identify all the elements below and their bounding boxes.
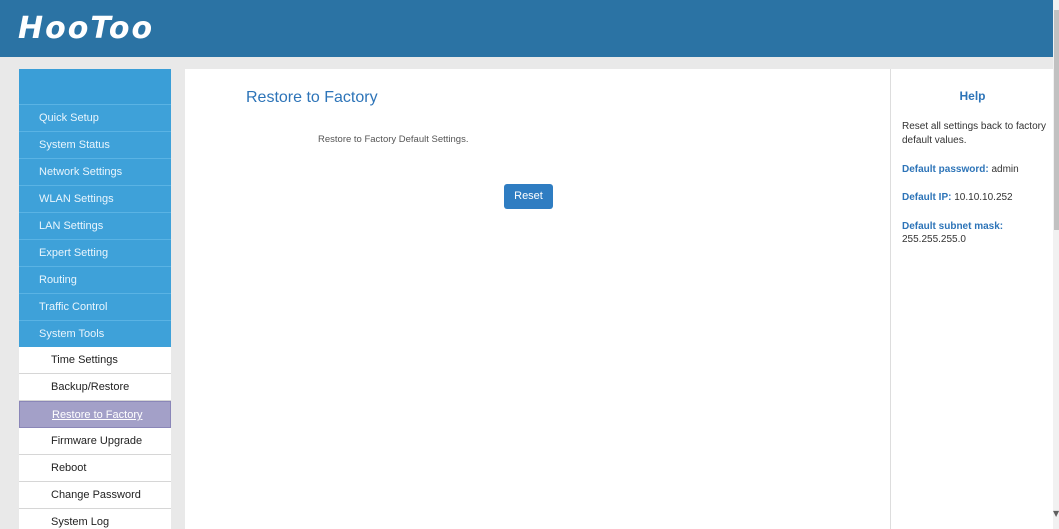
hootoo-logo[interactable]: HooToo — [18, 12, 154, 46]
sidebar-item-expert-setting[interactable]: Expert Setting — [19, 239, 171, 266]
page-title: Restore to Factory — [246, 89, 378, 106]
sidebar-subitem-firmware-upgrade[interactable]: Firmware Upgrade — [19, 428, 171, 455]
main-content: Restore to Factory Restore to Factory De… — [185, 69, 890, 529]
default-ip-value: 10.10.10.252 — [954, 192, 1013, 203]
sidebar-subitem-time-settings[interactable]: Time Settings — [19, 347, 171, 374]
sidebar-item-routing[interactable]: Routing — [19, 266, 171, 293]
sidebar-item-quick-setup[interactable]: Quick Setup — [19, 104, 171, 131]
help-panel: Help Reset all settings back to factory … — [890, 69, 1053, 529]
app-header: HooToo — [0, 0, 1053, 57]
default-password-label: Default password: — [902, 164, 989, 175]
sidebar-item-traffic-control[interactable]: Traffic Control — [19, 293, 171, 320]
default-subnet-mask-value: 255.255.255.0 — [902, 234, 966, 245]
default-password-row: Default password: admin — [902, 163, 1052, 176]
sidebar-item-network-settings[interactable]: Network Settings — [19, 158, 171, 185]
help-description: Reset all settings back to factory defau… — [902, 121, 1046, 146]
scroll-down-arrow-icon[interactable]: ▼ — [1053, 509, 1059, 518]
restore-description: Restore to Factory Default Settings. — [318, 134, 469, 145]
sidebar-item-system-tools[interactable]: System Tools — [19, 320, 171, 347]
default-ip-label: Default IP: — [902, 192, 952, 203]
default-password-value: admin — [991, 164, 1019, 175]
scrollbar-thumb[interactable] — [1054, 10, 1059, 230]
sidebar-subitem-reboot[interactable]: Reboot — [19, 455, 171, 482]
sidebar-subitem-system-log[interactable]: System Log — [19, 509, 171, 529]
reset-button[interactable]: Reset — [504, 184, 553, 209]
default-subnet-mask-label: Default subnet mask: — [902, 221, 1004, 232]
default-subnet-mask-row: Default subnet mask: 255.255.255.0 — [902, 220, 1052, 246]
sidebar-subitem-restore-to-factory[interactable]: Restore to Factory — [19, 401, 171, 428]
sidebar-item-wlan-settings[interactable]: WLAN Settings — [19, 185, 171, 212]
default-ip-row: Default IP: 10.10.10.252 — [902, 191, 1052, 204]
sidebar-subitem-backup-restore[interactable]: Backup/Restore — [19, 374, 171, 401]
help-title: Help — [959, 89, 986, 103]
sidebar-item-lan-settings[interactable]: LAN Settings — [19, 212, 171, 239]
sidebar: Quick Setup System Status Network Settin… — [19, 69, 171, 529]
sidebar-subitem-change-password[interactable]: Change Password — [19, 482, 171, 509]
sidebar-item-system-status[interactable]: System Status — [19, 131, 171, 158]
sidebar-header — [19, 69, 171, 104]
